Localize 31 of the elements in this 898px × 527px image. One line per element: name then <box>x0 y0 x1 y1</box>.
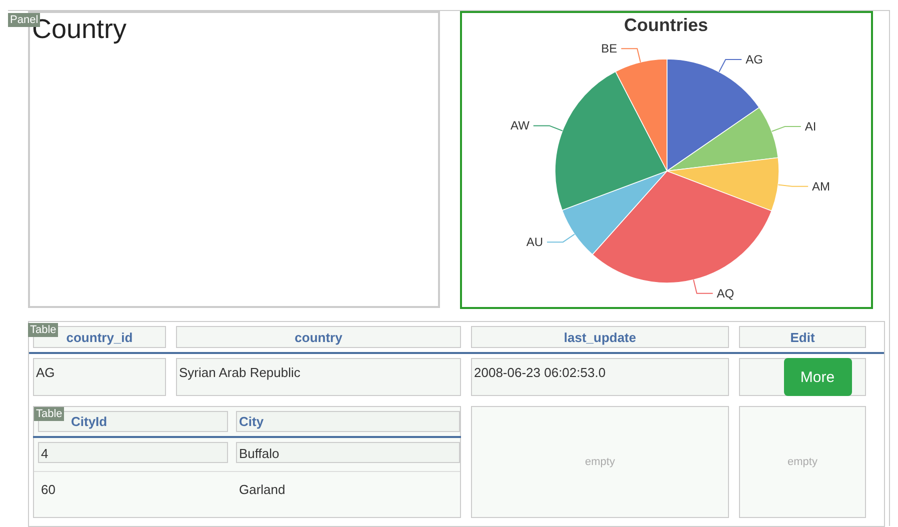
leader-line <box>532 125 563 132</box>
empty-cell: empty <box>471 406 729 518</box>
column-header: country <box>176 326 461 348</box>
leader-line <box>778 184 809 187</box>
table-badge: Table <box>34 407 64 421</box>
leader-line <box>693 279 714 294</box>
slice-label: BE <box>601 42 618 56</box>
empty-cell: empty <box>739 406 866 518</box>
table-cell: 2008-06-23 06:02:53.0 <box>471 358 729 396</box>
column-header: Edit <box>739 326 866 348</box>
leader-line <box>620 48 641 63</box>
leader-line <box>718 59 742 72</box>
table-cell-text: 60 <box>40 481 56 499</box>
leader-line <box>546 234 576 243</box>
more-button[interactable]: More <box>784 358 852 396</box>
table-cell: Buffalo <box>236 442 460 463</box>
chart-title: Countries <box>624 15 708 35</box>
slice-label: AW <box>510 118 530 133</box>
column-header: City <box>236 411 460 432</box>
slice-label: AU <box>526 235 543 250</box>
table-cell: AG <box>33 358 166 396</box>
slice-label: AM <box>812 179 830 194</box>
column-header: last_update <box>471 326 729 348</box>
table-badge: Table <box>28 323 58 337</box>
table-cell: Syrian Arab Republic <box>176 358 461 396</box>
slice-label: AQ <box>716 286 734 300</box>
table-cell: 4 <box>38 442 228 463</box>
leader-line <box>771 126 802 132</box>
table-cell-text: Garland <box>238 481 286 499</box>
slice-label: AG <box>746 52 763 66</box>
slice-label: AI <box>804 119 816 134</box>
